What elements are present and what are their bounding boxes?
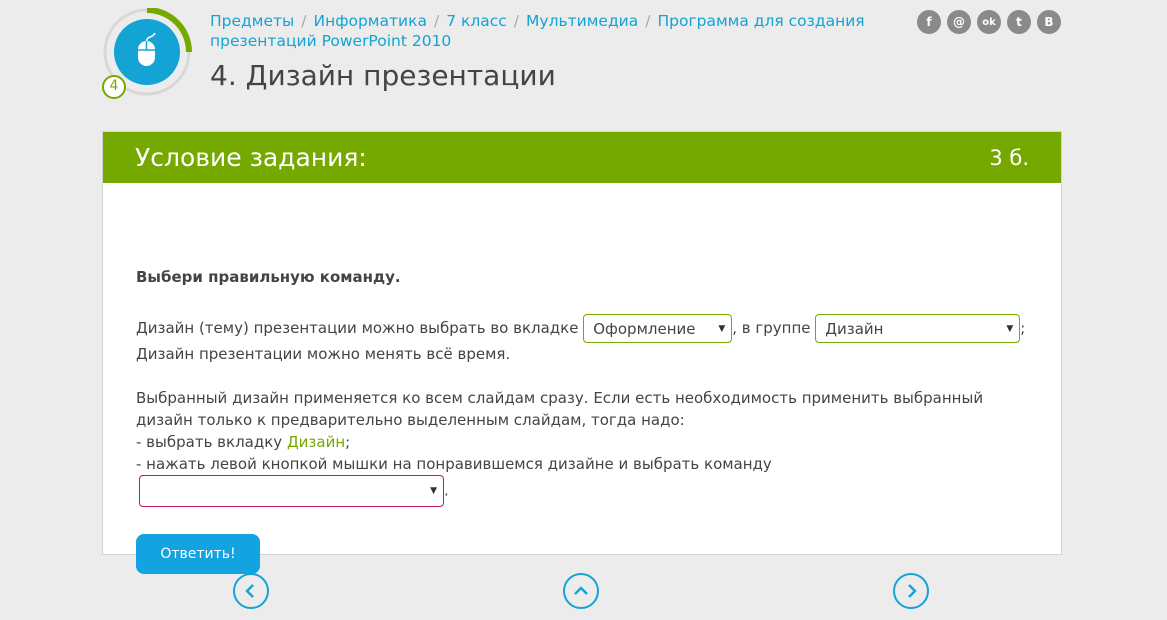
mail-icon[interactable]: @ [947,10,971,34]
dropdown-arrow-icon: ▼ [718,323,726,334]
design-tab-mention: Дизайн [286,433,346,451]
breadcrumb: Предметы / Информатика/7 класс / Мультимедиа… [210,12,865,50]
dropdown-arrow-icon: ▼ [1006,323,1014,334]
breadcrumb-subjects[interactable]: Предметы [210,12,294,30]
breadcrumb-grade[interactable]: 7 класс [446,12,507,30]
task-header: Условие задания: 3 б. [103,132,1061,183]
breadcrumb-multimedia[interactable]: Мультимедиа [526,12,638,30]
submit-answer-button[interactable]: Ответить! [136,534,260,574]
chevron-left-icon [245,584,254,598]
command-select[interactable]: ▼ [139,475,444,507]
odnoklassniki-icon[interactable]: ok [977,10,1001,34]
task-title: Условие задания: [135,143,367,172]
task-instruction: Выбери правильную команду. [136,268,401,286]
social-share: f @ ok t B [917,10,1061,34]
task-card: Условие задания: 3 б. Выбери правильную … [102,131,1062,574]
question-paragraph-2: Выбранный дизайн применяется ко всем сла… [136,387,996,507]
chevron-right-icon [908,584,917,598]
dropdown-arrow-icon: ▼ [430,486,437,496]
task-points: 3 б. [989,145,1029,170]
up-to-topic-button[interactable] [563,573,599,609]
twitter-icon[interactable]: t [1007,10,1031,34]
level-badge: 4 [109,78,119,94]
subject-logo: 4 [101,7,193,100]
group-select[interactable]: Дизайн ▼ [815,314,1021,343]
breadcrumb-informatics[interactable]: Информатика [313,12,426,30]
question-paragraph-1: Дизайн (тему) презентации можно выбрать … [136,314,1036,365]
previous-task-button[interactable] [233,573,269,609]
facebook-icon[interactable]: f [917,10,941,34]
chevron-up-icon [574,586,588,595]
tab-select[interactable]: Оформление ▼ [583,314,733,343]
next-task-button[interactable] [893,573,929,609]
page-title: 4. Дизайн презентации [210,59,556,92]
vkontakte-icon[interactable]: B [1037,10,1061,34]
